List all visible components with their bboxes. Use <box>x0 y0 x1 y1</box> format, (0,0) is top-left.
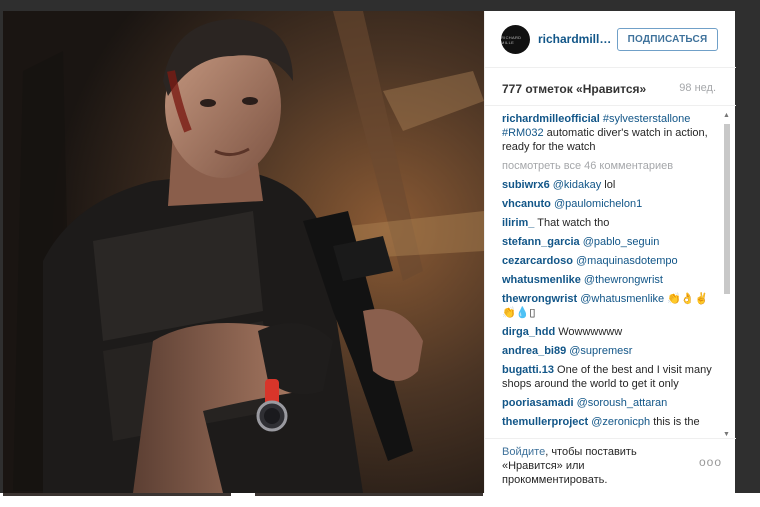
scroll-thumb[interactable] <box>724 124 730 294</box>
comment: andrea_bi89 @supremesr <box>502 344 719 358</box>
thumbnail-peek-right <box>255 493 483 496</box>
comment-mention[interactable]: @whatusmenlike <box>580 293 664 305</box>
more-options-icon[interactable]: ooo <box>699 455 722 469</box>
comment-username[interactable]: whatusmenlike <box>502 274 581 286</box>
caption: richardmilleofficial #sylvesterstallone … <box>502 112 719 154</box>
comment-text: Wowwwwww <box>558 326 623 338</box>
thumbnail-peek-left <box>3 493 231 496</box>
comment-mention[interactable]: @kidakay <box>553 179 601 191</box>
comment-username[interactable]: andrea_bi89 <box>502 345 566 357</box>
avatar-label: RICHARD MILLE <box>501 34 522 45</box>
comment-username[interactable]: thewrongwrist <box>502 293 577 305</box>
comment: subiwrx6 @kidakay lol <box>502 178 719 192</box>
post-age[interactable]: 98 нед. <box>679 82 716 94</box>
comment-username[interactable]: cezarcardoso <box>502 255 573 267</box>
follow-button[interactable]: ПОДПИСАТЬСЯ <box>617 28 718 51</box>
post-photo[interactable] <box>3 11 484 493</box>
comment-text: That watch tho <box>537 217 610 229</box>
comment: stefann_garcia @pablo_seguin <box>502 235 719 249</box>
comment-mention[interactable]: @soroush_attaran <box>577 397 668 409</box>
comment: bugatti.13 One of the best and I visit m… <box>502 363 719 391</box>
comment-text: lol <box>604 179 616 191</box>
comment-username[interactable]: bugatti.13 <box>502 364 554 376</box>
comment-username[interactable]: themullerproject <box>502 416 588 428</box>
likes-row: 777 отметок «Нравится» 98 нед. <box>485 68 736 106</box>
post-footer: Войдите, чтобы поставить «Нравится» или … <box>485 438 736 493</box>
comment-mention[interactable]: @paulomichelon1 <box>554 198 642 210</box>
photo-illustration <box>3 11 484 493</box>
comment-username[interactable]: vhcanuto <box>502 198 551 210</box>
comment-username[interactable]: dirga_hdd <box>502 326 555 338</box>
comments-list[interactable]: richardmilleofficial #sylvesterstallone … <box>502 112 719 438</box>
avatar[interactable]: RICHARD MILLE <box>501 25 530 54</box>
comment-mention[interactable]: @supremesr <box>569 345 632 357</box>
comment-username[interactable]: stefann_garcia <box>502 236 580 248</box>
comment-mention[interactable]: @thewrongwrist <box>584 274 663 286</box>
likes-count[interactable]: 777 отметок «Нравится» <box>502 82 646 96</box>
comment: themullerproject @zeronicph this is the <box>502 415 719 429</box>
comment: dirga_hdd Wowwwwww <box>502 325 719 339</box>
post-header: RICHARD MILLE richardmille... ПОДПИСАТЬС… <box>485 11 736 68</box>
caption-hashtag[interactable]: #sylvesterstallone <box>603 113 690 125</box>
caption-hashtag[interactable]: #RM032 <box>502 127 544 139</box>
comment-mention[interactable]: @pablo_seguin <box>583 236 660 248</box>
username-link[interactable]: richardmille... <box>538 32 616 46</box>
post-details-panel: RICHARD MILLE richardmille... ПОДПИСАТЬС… <box>484 11 736 493</box>
comment: ilirim_ That watch tho <box>502 216 719 230</box>
comment: thewrongwrist @whatusmenlike 👏👌✌ 👏💧▯ <box>502 292 719 320</box>
comment: whatusmenlike @thewrongwrist <box>502 273 719 287</box>
comments-scrollbar[interactable]: ▲ ▼ <box>722 112 732 438</box>
comment: vhcanuto @paulomichelon1 <box>502 197 719 211</box>
view-all-comments-link[interactable]: посмотреть все 46 комментариев <box>502 159 719 173</box>
comment-username[interactable]: subiwrx6 <box>502 179 550 191</box>
comment-mention[interactable]: @zeronicph <box>591 416 650 428</box>
comment-username[interactable]: ilirim_ <box>502 217 534 229</box>
comment: pooriasamadi @soroush_attaran <box>502 396 719 410</box>
login-prompt: Войдите, чтобы поставить «Нравится» или … <box>502 445 662 487</box>
comment: cezarcardoso @maquinasdotempo <box>502 254 719 268</box>
login-link[interactable]: Войдите <box>502 446 545 458</box>
caption-username[interactable]: richardmilleofficial <box>502 113 600 125</box>
comment-text: this is the <box>653 416 700 428</box>
scroll-up-icon[interactable]: ▲ <box>723 112 730 119</box>
comment-username[interactable]: pooriasamadi <box>502 397 574 409</box>
scroll-down-icon[interactable]: ▼ <box>723 431 730 438</box>
comment-mention[interactable]: @maquinasdotempo <box>576 255 678 267</box>
